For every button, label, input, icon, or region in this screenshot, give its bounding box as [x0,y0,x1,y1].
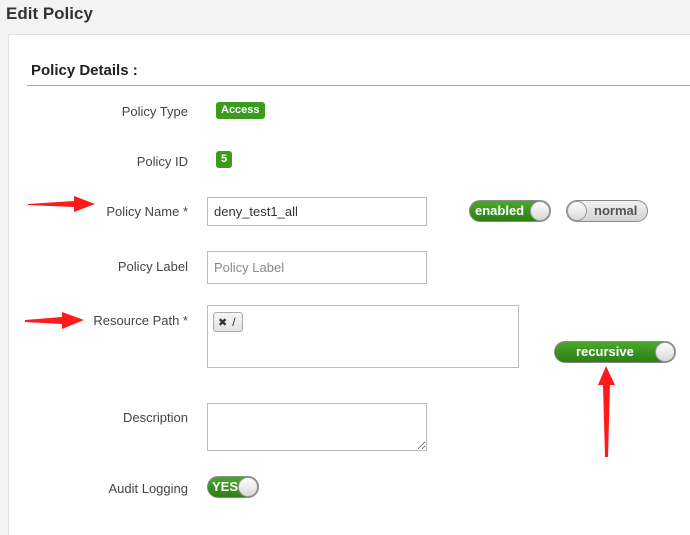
arrow-right-icon [28,196,95,212]
arrow-right-icon [25,312,84,329]
arrow-up-icon [598,366,615,457]
annotation-arrows [25,196,615,457]
